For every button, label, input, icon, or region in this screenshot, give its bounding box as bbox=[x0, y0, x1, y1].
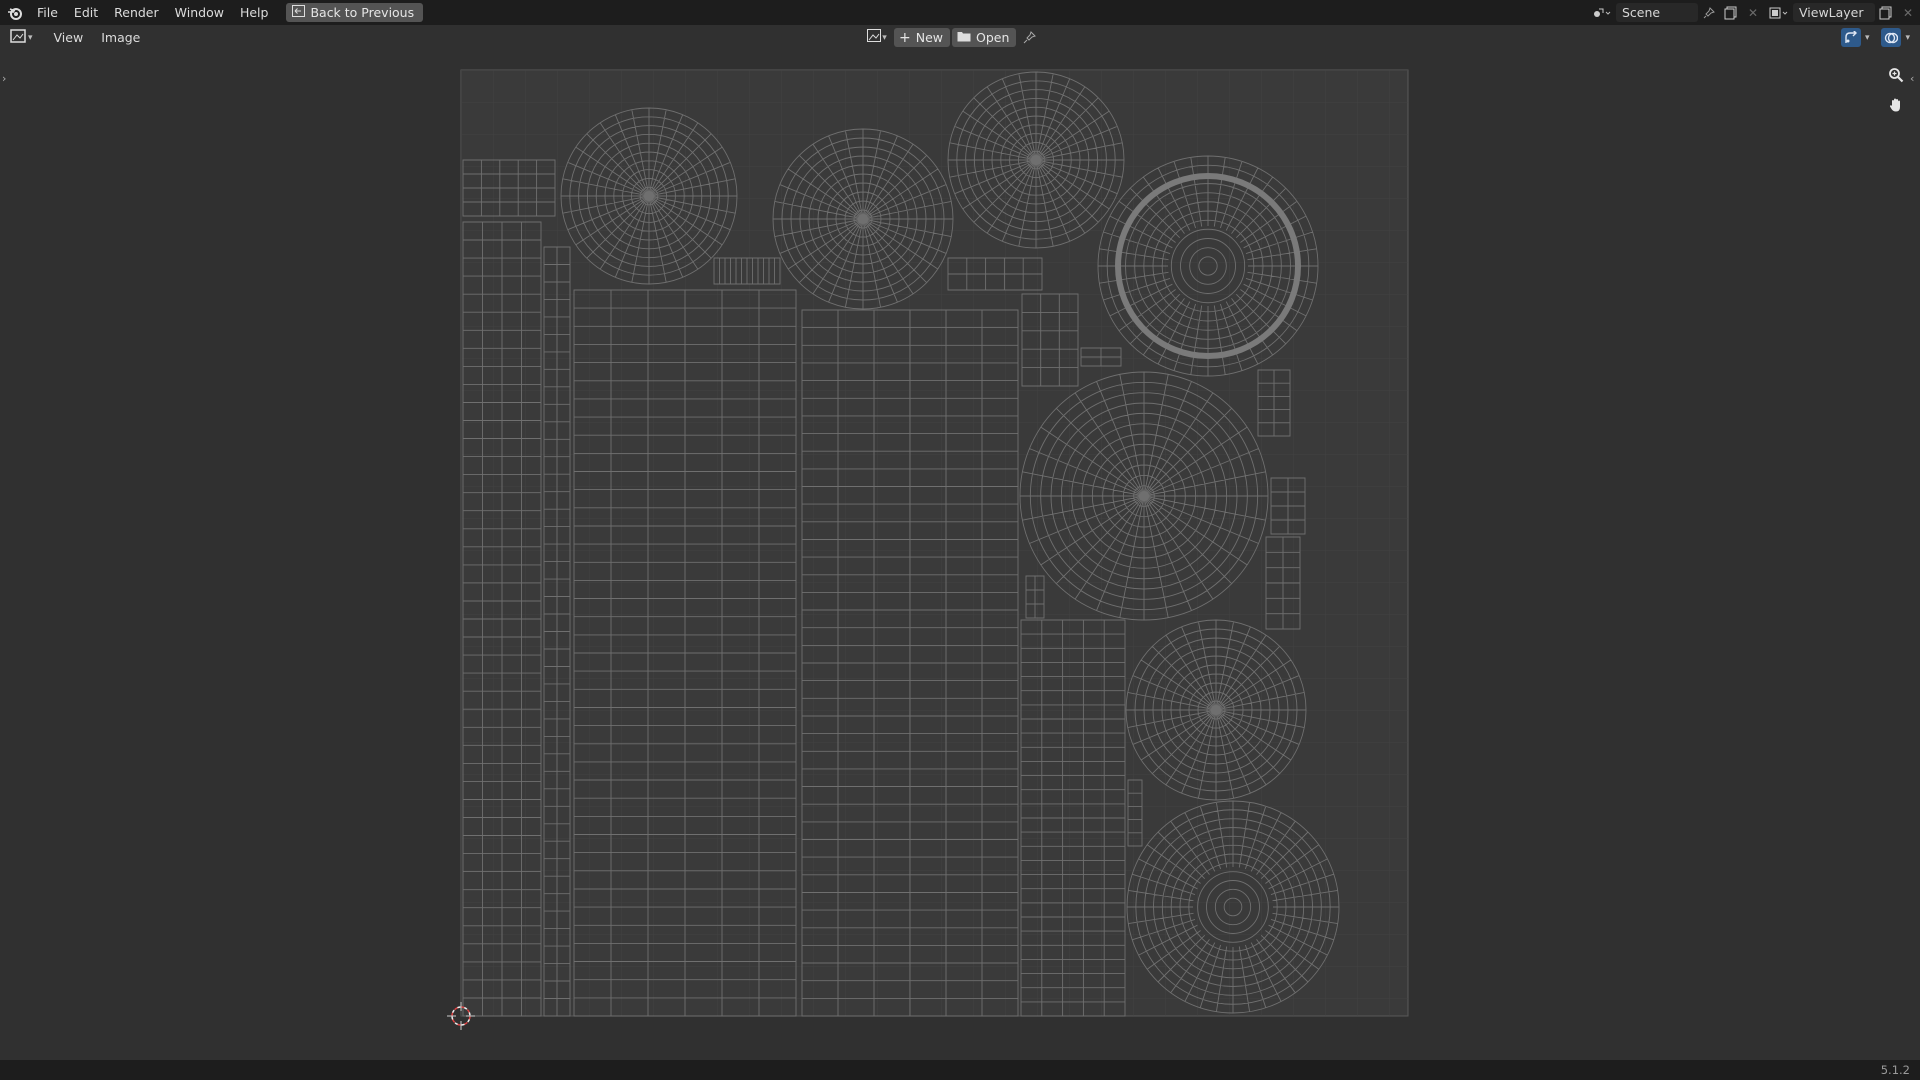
image-browse-icon bbox=[867, 29, 882, 46]
version-label: 5.1.2 bbox=[1880, 1063, 1910, 1077]
folder-icon bbox=[957, 30, 971, 45]
chevron-down-icon: ▾ bbox=[28, 32, 33, 43]
zoom-icon[interactable] bbox=[1884, 63, 1908, 87]
uv-strip-wide-a bbox=[573, 289, 797, 1017]
new-view-layer-icon[interactable] bbox=[1875, 3, 1897, 22]
uv-disc-2 bbox=[772, 128, 954, 310]
uv-canvas[interactable] bbox=[0, 50, 1920, 1060]
menu-help[interactable]: Help bbox=[232, 0, 277, 25]
uv-disc-large bbox=[1019, 371, 1269, 621]
back-icon bbox=[292, 5, 306, 20]
image-datablock-tools: ▾ + New Open bbox=[862, 28, 1040, 47]
menu-file[interactable]: File bbox=[29, 0, 66, 25]
editor-type-selector[interactable]: ▾ bbox=[10, 28, 33, 47]
uv-disc-4 bbox=[1125, 619, 1307, 801]
menu-view[interactable]: View bbox=[45, 30, 93, 45]
open-image-button[interactable]: Open bbox=[952, 28, 1017, 47]
chevron-down-icon[interactable]: ▾ bbox=[1905, 33, 1910, 43]
chevron-down-icon[interactable]: ▾ bbox=[1865, 33, 1870, 43]
pin-image-icon[interactable] bbox=[1018, 28, 1040, 47]
menu-edit[interactable]: Edit bbox=[66, 0, 106, 25]
blender-logo-icon[interactable] bbox=[5, 3, 25, 23]
image-editor-icon bbox=[10, 28, 26, 47]
menu-image[interactable]: Image bbox=[92, 30, 149, 45]
view-layer-icon[interactable] bbox=[1765, 3, 1793, 22]
chevron-down-icon: ▾ bbox=[882, 32, 887, 43]
back-to-previous-button[interactable]: Back to Previous bbox=[286, 3, 424, 22]
new-image-label: New bbox=[915, 30, 943, 45]
top-bar: File Edit Render Window Help Back to Pre… bbox=[0, 0, 1920, 25]
scene-selector: Scene ✕ bbox=[1588, 3, 1764, 22]
uv-disc-1 bbox=[560, 107, 738, 285]
delete-view-layer-icon[interactable]: ✕ bbox=[1897, 3, 1919, 22]
menu-render[interactable]: Render bbox=[106, 0, 167, 25]
overlay-icon[interactable] bbox=[1881, 28, 1902, 47]
uv-editor-viewport[interactable]: › ‹ bbox=[0, 50, 1920, 1060]
menu-window[interactable]: Window bbox=[167, 0, 232, 25]
hand-pan-icon[interactable] bbox=[1884, 93, 1908, 117]
open-image-label: Open bbox=[976, 30, 1010, 45]
new-scene-icon[interactable] bbox=[1720, 3, 1742, 22]
editor-header: ▾ View Image ▾ + New Open ▾ ▾ bbox=[0, 25, 1920, 50]
back-to-previous-label: Back to Previous bbox=[310, 5, 415, 20]
view-layer-selector: ViewLayer ✕ bbox=[1765, 3, 1919, 22]
new-image-button[interactable]: + New bbox=[894, 28, 950, 47]
image-browse-dropdown[interactable]: ▾ bbox=[862, 28, 892, 47]
scene-name-field[interactable]: Scene bbox=[1616, 3, 1698, 22]
uv-sync-icon[interactable] bbox=[1840, 28, 1861, 47]
sidebar-expand-arrow[interactable]: ‹ bbox=[1910, 72, 1914, 85]
plus-icon: + bbox=[899, 29, 911, 46]
toolbar-expand-arrow[interactable]: › bbox=[2, 72, 6, 85]
pin-icon[interactable] bbox=[1698, 3, 1720, 22]
uv-disc-3 bbox=[947, 71, 1125, 249]
scene-icon[interactable] bbox=[1588, 3, 1616, 22]
uv-strip-wide-b bbox=[801, 309, 1019, 1017]
view-layer-name-field[interactable]: ViewLayer bbox=[1793, 3, 1875, 22]
header-right-tools: ▾ ▾ bbox=[1840, 28, 1910, 47]
delete-scene-icon[interactable]: ✕ bbox=[1742, 3, 1764, 22]
status-bar: 5.1.2 bbox=[0, 1060, 1920, 1080]
